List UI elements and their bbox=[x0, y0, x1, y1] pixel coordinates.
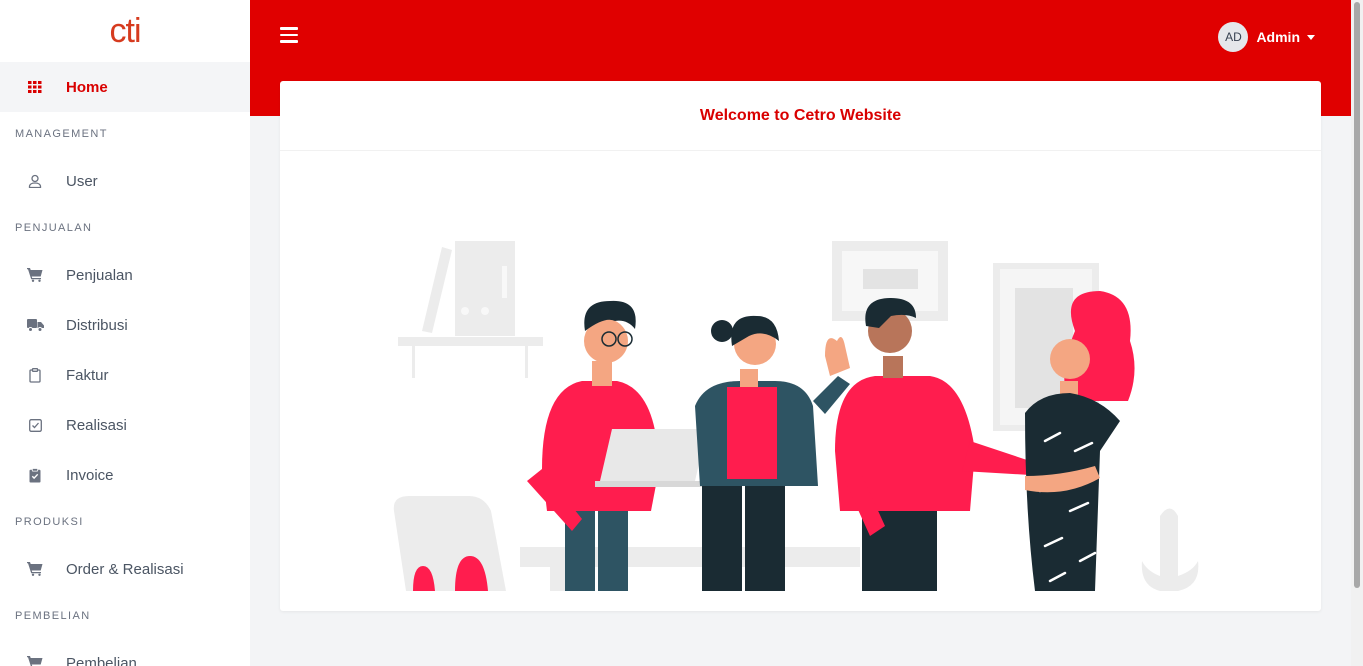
sidebar-item-label: Order & Realisasi bbox=[66, 560, 184, 578]
section-pembelian: PEMBELIAN bbox=[15, 610, 91, 622]
clipboard-check-icon bbox=[26, 466, 44, 484]
sidebar-item-home[interactable]: Home bbox=[0, 62, 250, 112]
brand-logo[interactable]: cti bbox=[0, 0, 250, 62]
cart-icon bbox=[26, 654, 44, 666]
truck-icon bbox=[26, 316, 44, 334]
user-icon bbox=[26, 172, 44, 190]
sidebar-item-pembelian[interactable]: Pembelian bbox=[0, 638, 250, 666]
sidebar: cti Home MANAGEMENT User PENJUALAN Penju… bbox=[0, 0, 250, 666]
page-scrollbar[interactable] bbox=[1351, 0, 1363, 666]
sidebar-item-faktur[interactable]: Faktur bbox=[0, 350, 250, 400]
logo-text: cti bbox=[109, 11, 142, 50]
check-square-icon bbox=[26, 416, 44, 434]
sidebar-item-label: Penjualan bbox=[66, 266, 133, 284]
team-illustration bbox=[280, 151, 1321, 611]
sidebar-item-penjualan[interactable]: Penjualan bbox=[0, 250, 250, 300]
sidebar-item-invoice[interactable]: Invoice bbox=[0, 450, 250, 500]
clipboard-icon bbox=[26, 366, 44, 384]
sidebar-item-label: Invoice bbox=[66, 466, 114, 484]
user-menu-dropdown[interactable]: AD Admin bbox=[1218, 22, 1315, 52]
sidebar-item-label: Distribusi bbox=[66, 316, 128, 334]
sidebar-item-user[interactable]: User bbox=[0, 156, 250, 206]
sidebar-item-distribusi[interactable]: Distribusi bbox=[0, 300, 250, 350]
sidebar-item-label: Faktur bbox=[66, 366, 109, 384]
welcome-card: Welcome to Cetro Website bbox=[280, 81, 1321, 611]
scrollbar-thumb[interactable] bbox=[1354, 2, 1360, 588]
cart-icon bbox=[26, 560, 44, 578]
card-title: Welcome to Cetro Website bbox=[280, 81, 1321, 151]
sidebar-item-label: Pembelian bbox=[66, 654, 137, 666]
menu-toggle-icon[interactable] bbox=[280, 27, 298, 45]
cart-icon bbox=[26, 266, 44, 284]
section-penjualan: PENJUALAN bbox=[15, 222, 93, 234]
sidebar-item-order-realisasi[interactable]: Order & Realisasi bbox=[0, 544, 250, 594]
sidebar-item-realisasi[interactable]: Realisasi bbox=[0, 400, 250, 450]
sidebar-item-label: User bbox=[66, 172, 98, 190]
avatar: AD bbox=[1218, 22, 1249, 52]
caret-down-icon bbox=[1307, 34, 1315, 40]
grid-icon bbox=[26, 78, 44, 96]
section-management: MANAGEMENT bbox=[15, 128, 108, 140]
sidebar-item-label: Realisasi bbox=[66, 416, 127, 434]
sidebar-item-label: Home bbox=[66, 78, 108, 96]
user-name: Admin bbox=[1256, 29, 1300, 45]
section-produksi: PRODUKSI bbox=[15, 516, 84, 528]
